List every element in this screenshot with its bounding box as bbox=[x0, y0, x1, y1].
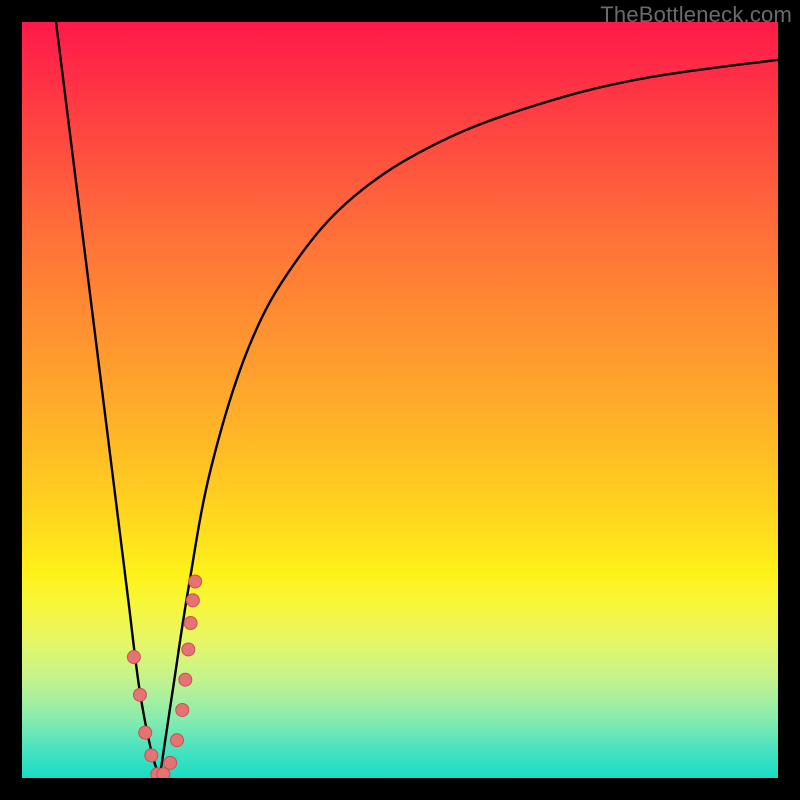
data-point bbox=[179, 673, 192, 686]
data-point bbox=[164, 756, 177, 769]
data-point bbox=[127, 651, 140, 664]
plot-area bbox=[22, 22, 778, 778]
data-point bbox=[139, 726, 152, 739]
data-point bbox=[189, 575, 202, 588]
curve-right-branch bbox=[160, 60, 778, 778]
chart-svg bbox=[22, 22, 778, 778]
data-point bbox=[176, 703, 189, 716]
data-point bbox=[184, 617, 197, 630]
data-point bbox=[145, 749, 158, 762]
data-point bbox=[186, 594, 199, 607]
curve-left-branch bbox=[56, 22, 160, 778]
chart-frame: TheBottleneck.com bbox=[0, 0, 800, 800]
data-point bbox=[170, 734, 183, 747]
data-point bbox=[133, 688, 146, 701]
watermark-text: TheBottleneck.com bbox=[600, 2, 792, 28]
data-point bbox=[182, 643, 195, 656]
